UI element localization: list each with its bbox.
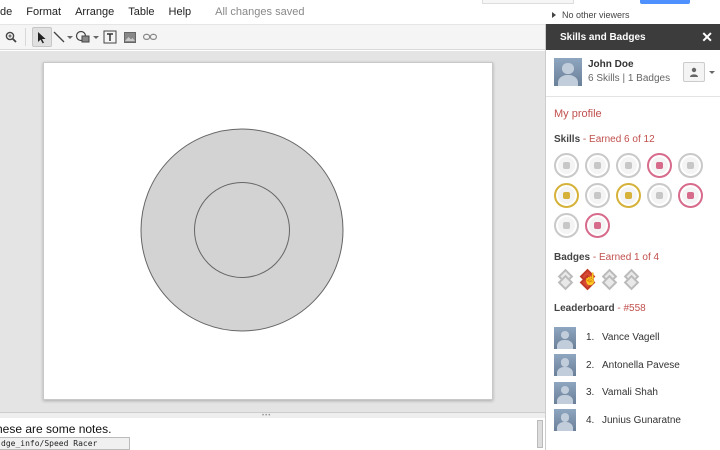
divider	[546, 96, 720, 97]
image-icon[interactable]	[120, 27, 140, 47]
badges-earned-count: - Earned 1 of 4	[590, 252, 660, 263]
line-dropdown-icon	[67, 35, 73, 39]
leaderboard-name: Junius Gunaratne	[602, 414, 681, 426]
panel-title: Skills and Badges	[560, 31, 646, 43]
menu-bar: de Format Arrange Table Help All changes…	[0, 0, 545, 24]
badges-title: Badges - Earned 1 of 4	[554, 252, 660, 263]
user-card: John Doe 6 Skills | 1 Badges	[546, 50, 720, 94]
menu-item-format[interactable]: Format	[26, 6, 61, 18]
my-profile-link[interactable]: My profile	[554, 108, 720, 120]
line-icon[interactable]	[52, 27, 74, 47]
link-icon[interactable]	[140, 27, 160, 47]
save-status: All changes saved	[215, 6, 305, 18]
skill-icon[interactable]	[647, 153, 672, 178]
skills-grid	[554, 153, 714, 238]
skill-icon[interactable]	[585, 183, 610, 208]
leaderboard-rank-number: 4.	[586, 414, 595, 426]
notes-scrollbar[interactable]	[537, 420, 543, 448]
user-name: John Doe	[588, 59, 634, 70]
avatar	[554, 326, 576, 349]
canvas-area	[0, 51, 545, 412]
shape-dropdown-icon	[93, 35, 99, 39]
hand-cursor-icon: ☝	[583, 272, 598, 286]
leaderboard-rank: - #558	[614, 303, 646, 314]
avatar	[554, 58, 582, 86]
skill-icon[interactable]	[554, 153, 579, 178]
badge-icon[interactable]	[556, 268, 574, 291]
leaderboard-row[interactable]: 1. Vance Vagell	[554, 324, 720, 352]
status-bar-url: dge_info/Speed Racer	[0, 437, 130, 450]
skill-icon[interactable]	[616, 153, 641, 178]
slide[interactable]	[43, 62, 493, 400]
badges-row	[556, 268, 720, 291]
select-pointer-icon[interactable]	[32, 27, 52, 47]
shape-icon[interactable]	[74, 27, 100, 47]
badge-icon[interactable]	[600, 268, 618, 291]
menu-item-help[interactable]: Help	[169, 6, 192, 18]
leaderboard-list: 1. Vance Vagell 2. Antonella Pavese 3. V…	[554, 324, 720, 434]
leaderboard-rank-number: 3.	[586, 387, 595, 399]
toolbar	[0, 24, 545, 50]
skill-icon[interactable]	[554, 183, 579, 208]
skill-icon[interactable]	[678, 153, 703, 178]
skills-badges-panel: Skills and Badges ✕ John Doe 6 Skills | …	[545, 24, 720, 450]
close-icon[interactable]: ✕	[701, 30, 713, 44]
avatar	[554, 354, 576, 377]
text-box-icon[interactable]	[100, 27, 120, 47]
notes-text: hese are some notes.	[0, 422, 112, 436]
skill-icon[interactable]	[554, 213, 579, 238]
person-icon	[690, 67, 698, 77]
skill-icon[interactable]	[647, 183, 672, 208]
slide-drawing	[140, 128, 344, 332]
zoom-icon[interactable]	[3, 27, 19, 47]
top-toolbar-button[interactable]	[482, 0, 574, 4]
skills-title: Skills - Earned 6 of 12	[554, 134, 655, 145]
menu-item-arrange[interactable]: Arrange	[75, 6, 114, 18]
leaderboard-name: Vamali Shah	[602, 387, 658, 399]
menu-item-table[interactable]: Table	[128, 6, 154, 18]
skill-icon[interactable]	[585, 213, 610, 238]
skill-icon[interactable]	[585, 153, 610, 178]
leaderboard-rank-number: 2.	[586, 359, 595, 371]
leaderboard-row[interactable]: 2. Antonella Pavese	[554, 352, 720, 380]
skill-icon[interactable]	[616, 183, 641, 208]
leaderboard-row[interactable]: 4. Junius Gunaratne	[554, 407, 720, 435]
leaderboard-row[interactable]: 3. Vamali Shah	[554, 379, 720, 407]
share-button[interactable]	[640, 0, 690, 4]
leaderboard-name: Antonella Pavese	[602, 359, 680, 371]
toolbar-divider	[25, 28, 26, 46]
menu-item-slide[interactable]: de	[0, 6, 12, 18]
chevron-down-icon[interactable]	[709, 71, 715, 74]
skills-earned-count: - Earned 6 of 12	[580, 134, 655, 145]
leaderboard-name: Vance Vagell	[602, 332, 660, 344]
user-stats: 6 Skills | 1 Badges	[588, 73, 671, 84]
leaderboard-rank-number: 1.	[586, 332, 595, 344]
person-menu-button[interactable]	[683, 62, 705, 82]
ring-outer-circle[interactable]	[140, 128, 344, 332]
badge-icon[interactable]	[622, 268, 640, 291]
user-info: John Doe 6 Skills | 1 Badges	[588, 58, 670, 94]
viewers-indicator[interactable]: No other viewers	[552, 10, 630, 20]
skill-icon[interactable]	[678, 183, 703, 208]
leaderboard-title: Leaderboard - #558	[554, 303, 646, 314]
expand-arrow-icon	[552, 12, 556, 18]
panel-header: Skills and Badges ✕	[546, 24, 720, 50]
viewers-text: No other viewers	[562, 10, 630, 20]
avatar	[554, 381, 576, 404]
avatar	[554, 409, 576, 432]
